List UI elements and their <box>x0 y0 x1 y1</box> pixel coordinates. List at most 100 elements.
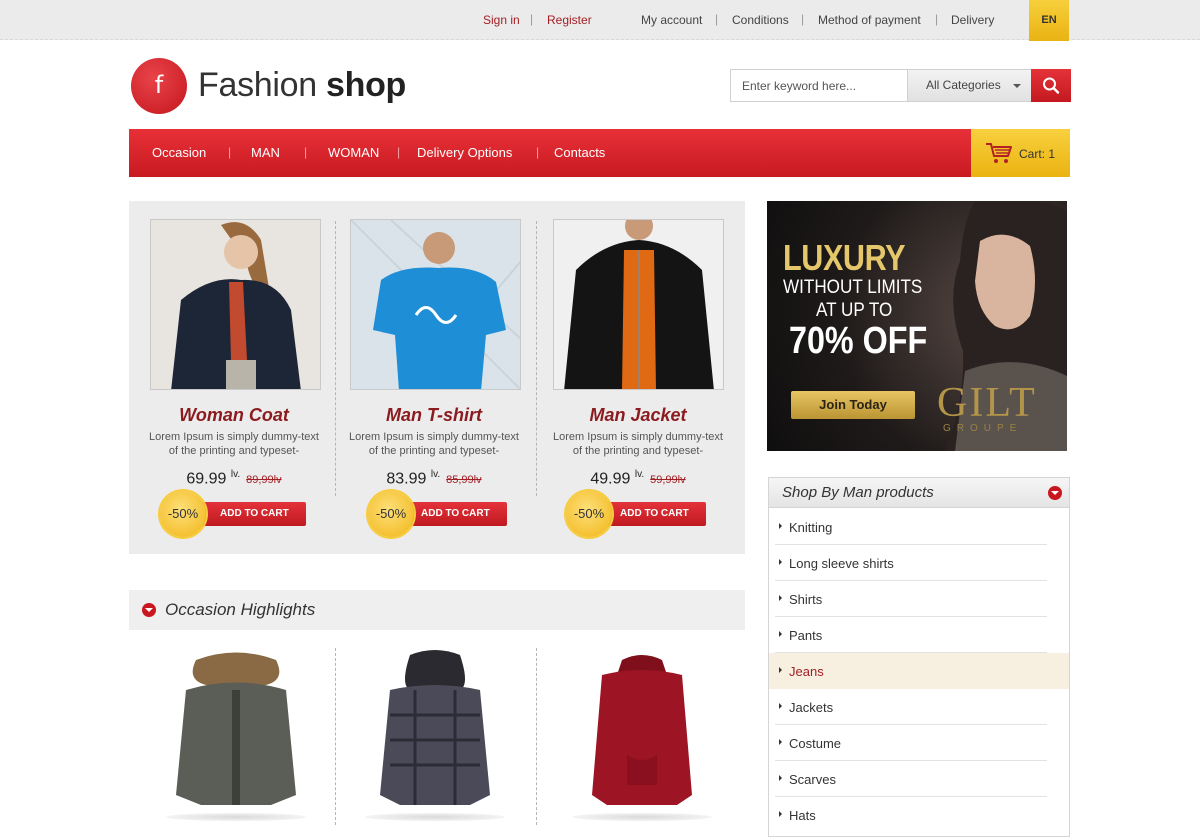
highlight-item[interactable] <box>552 645 732 825</box>
cart-label: Cart: 1 <box>1019 147 1056 161</box>
product-image[interactable] <box>350 219 521 390</box>
add-to-cart-button[interactable]: ADD TO CART <box>194 502 306 526</box>
nav-item-occasion[interactable]: Occasion <box>152 145 206 160</box>
shadow <box>572 813 712 821</box>
category-item-shirts[interactable]: Shirts <box>769 581 1069 617</box>
category-item-knitting[interactable]: Knitting <box>769 509 1069 545</box>
currency-unit: lv. <box>634 469 645 480</box>
cart-button[interactable]: Cart: 1 <box>971 129 1070 177</box>
bullet-icon <box>779 703 782 709</box>
top-bar: Sign in | Register My account | Conditio… <box>0 0 1200 41</box>
separator: | <box>530 12 534 26</box>
banner-headline: LUXURY <box>783 237 906 278</box>
separator: | <box>715 12 719 26</box>
nav-item-man[interactable]: MAN <box>251 145 280 160</box>
bullet-icon <box>779 775 782 781</box>
parka-jacket-image <box>176 652 296 805</box>
price-value: 49.99 <box>590 470 631 488</box>
discount-badge: -50% <box>566 491 612 537</box>
occasion-highlights-header[interactable]: Occasion Highlights <box>129 590 745 630</box>
promo-banner[interactable]: LUXURY WITHOUT LIMITS AT UP TO 70% OFF J… <box>767 201 1067 451</box>
category-item-scarves[interactable]: Scarves <box>769 761 1069 797</box>
category-item-long-sleeve-shirts[interactable]: Long sleeve shirts <box>769 545 1069 581</box>
nav-item-woman[interactable]: WOMAN <box>328 145 379 160</box>
shadow <box>365 813 505 821</box>
search-button[interactable] <box>1031 69 1071 102</box>
category-item-jackets[interactable]: Jackets <box>769 689 1069 725</box>
divider <box>536 221 537 496</box>
logo-text[interactable]: Fashion shop <box>198 66 406 105</box>
plaid-jacket-image <box>380 650 490 805</box>
product-price: 69.99 lv. 89,99lv <box>134 469 334 488</box>
shadow <box>166 813 306 821</box>
collapse-icon[interactable] <box>1048 486 1062 500</box>
bullet-icon <box>779 739 782 745</box>
product-card: Man T-shirt Lorem Ipsum is simply dummy-… <box>334 201 534 554</box>
price-value: 83.99 <box>386 470 427 488</box>
product-description: Lorem Ipsum is simply dummy-text of the … <box>149 431 319 457</box>
category-item-pants[interactable]: Pants <box>769 617 1069 653</box>
category-item-costume[interactable]: Costume <box>769 725 1069 761</box>
bullet-icon <box>779 559 782 565</box>
old-price: 59,99lv <box>650 474 686 487</box>
separator: | <box>228 145 232 159</box>
discount-badge: -50% <box>160 491 206 537</box>
category-label: Knitting <box>789 520 833 535</box>
currency-unit: lv. <box>430 469 441 480</box>
collapse-icon[interactable] <box>142 603 156 617</box>
product-card: Woman Coat Lorem Ipsum is simply dummy-t… <box>134 201 334 554</box>
category-label: Jeans <box>789 664 824 679</box>
category-label: Shirts <box>789 592 823 607</box>
category-label: Long sleeve shirts <box>789 556 894 571</box>
search-bar: All Categories <box>730 69 1071 102</box>
category-label: Pants <box>789 628 823 643</box>
payment-method-link[interactable]: Method of payment <box>818 13 921 27</box>
shop-by-title: Shop By Man products <box>782 484 934 501</box>
woman-coat-image <box>151 220 320 389</box>
caret-down-icon <box>1013 84 1021 88</box>
product-description: Lorem Ipsum is simply dummy-text of the … <box>553 431 723 457</box>
conditions-link[interactable]: Conditions <box>732 13 789 27</box>
man-jacket-image <box>554 220 723 389</box>
category-item-hats[interactable]: Hats <box>769 797 1069 833</box>
main-nav: Occasion | MAN | WOMAN | Delivery Option… <box>129 129 971 177</box>
sign-in-link[interactable]: Sign in <box>483 13 520 27</box>
product-name[interactable]: Woman Coat <box>134 405 334 426</box>
category-label: All Categories <box>926 78 1001 92</box>
currency-unit: lv. <box>230 469 241 480</box>
join-today-button[interactable]: Join Today <box>791 391 915 419</box>
product-name[interactable]: Man Jacket <box>538 405 738 426</box>
section-title: Occasion Highlights <box>165 600 316 619</box>
nav-item-contacts[interactable]: Contacts <box>554 145 605 160</box>
product-name[interactable]: Man T-shirt <box>334 405 534 426</box>
nav-item-delivery-options[interactable]: Delivery Options <box>417 145 512 160</box>
logo-word-shop: shop <box>326 66 407 104</box>
register-link[interactable]: Register <box>547 13 592 27</box>
banner-discount: 70% OFF <box>789 320 928 362</box>
shop-by-header[interactable]: Shop By Man products <box>769 478 1069 508</box>
separator: | <box>304 145 308 159</box>
category-select[interactable]: All Categories <box>907 70 1031 101</box>
man-tshirt-image <box>351 220 520 389</box>
product-image[interactable] <box>553 219 724 390</box>
category-label: Costume <box>789 736 842 751</box>
bullet-icon <box>779 811 782 817</box>
category-label: Jackets <box>789 700 834 715</box>
brand-logo: GILT <box>937 380 1037 426</box>
category-item-jeans[interactable]: Jeans <box>769 653 1069 689</box>
search-icon <box>1043 77 1060 94</box>
language-selector[interactable]: EN <box>1029 0 1069 41</box>
divider <box>335 648 336 825</box>
bullet-icon <box>779 523 782 529</box>
logo-icon[interactable]: f <box>131 58 187 114</box>
separator: | <box>397 145 401 159</box>
highlight-item[interactable] <box>146 645 326 825</box>
highlight-item[interactable] <box>345 645 525 825</box>
old-price: 89,99lv <box>246 474 282 487</box>
bullet-icon <box>779 631 782 637</box>
search-input[interactable] <box>731 70 907 101</box>
delivery-link[interactable]: Delivery <box>951 13 994 27</box>
my-account-link[interactable]: My account <box>641 13 702 27</box>
category-label: Hats <box>789 808 816 823</box>
product-image[interactable] <box>150 219 321 390</box>
